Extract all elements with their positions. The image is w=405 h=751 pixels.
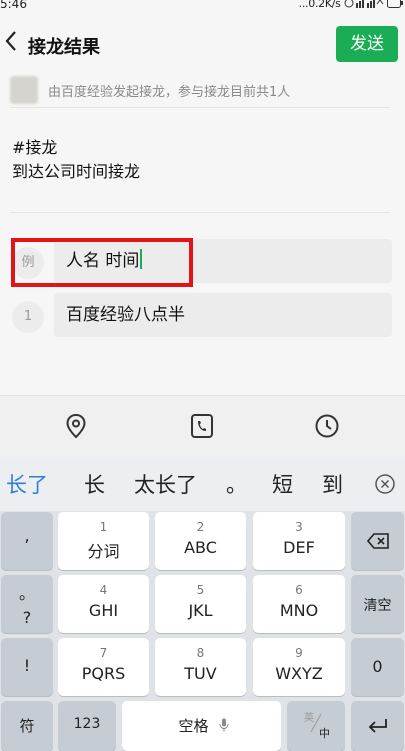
backspace-icon <box>367 533 389 549</box>
key-label: ABC <box>184 538 217 557</box>
key-label: PQRS <box>81 664 126 683</box>
key-label: 。 <box>18 584 35 603</box>
attachment-toolbar <box>0 395 405 457</box>
status-indicators: ...0.2K/s <box>299 0 403 10</box>
candidate-item[interactable]: 短 <box>272 469 293 499</box>
signal-icon <box>344 0 384 8</box>
avatar <box>10 76 38 104</box>
collapse-candidates-icon[interactable] <box>374 473 396 495</box>
key-7-pqrs[interactable]: 7 PQRS <box>58 638 149 696</box>
key-number: 3 <box>295 520 303 534</box>
key-label: 空格 <box>178 717 209 735</box>
page-title: 接龙结果 <box>28 37 100 58</box>
key-number: 9 <box>295 646 303 660</box>
candidate-item[interactable]: 太长了 <box>134 469 197 499</box>
key-label: 0 <box>372 657 383 676</box>
key-6-mno[interactable]: 6 MNO <box>253 575 345 633</box>
phone-card-icon[interactable] <box>188 412 216 440</box>
enter-icon <box>368 719 387 733</box>
key-period-question[interactable]: 。 ? <box>1 575 53 633</box>
key-2-abc[interactable]: 2 ABC <box>155 512 246 570</box>
entry-input[interactable]: 百度经验八点半 <box>54 293 392 337</box>
key-label: GHI <box>88 601 119 620</box>
key-number: 5 <box>196 583 205 597</box>
candidate-item[interactable]: 到 <box>322 469 343 499</box>
key-label: JKL <box>188 601 213 620</box>
highlight-box <box>11 238 193 287</box>
key-number: 2 <box>196 520 205 534</box>
back-arrow-icon[interactable] <box>2 28 20 54</box>
battery-icon <box>387 0 403 8</box>
key-number: 4 <box>99 583 108 597</box>
key-8-tuv[interactable]: 8 TUV <box>155 638 246 696</box>
key-5-jkl[interactable]: 5 JKL <box>155 575 246 633</box>
candidate-item[interactable]: 。 <box>226 469 247 499</box>
enter-key[interactable] <box>351 701 404 751</box>
key-exclamation[interactable]: ! <box>1 638 53 696</box>
microphone-icon <box>219 718 229 732</box>
key-4-ghi[interactable]: 4 GHI <box>58 575 149 633</box>
key-label: ! <box>23 656 31 675</box>
key-1-fenci[interactable]: 1 分词 <box>58 512 149 570</box>
key-label: ? <box>22 608 32 627</box>
key-label: 123 <box>73 716 101 732</box>
initiator-row: 由百度经验发起接龙，参与接龙目前共1人 <box>10 72 390 108</box>
header-bar: 接龙结果 发送 <box>0 14 405 70</box>
backspace-key[interactable] <box>351 512 404 570</box>
entry-row: 1 百度经验八点半 <box>12 293 392 337</box>
numbers-key[interactable]: 123 <box>58 701 116 751</box>
key-label: 分词 <box>87 542 120 561</box>
ime-keyboard: , 。 ? ! 1 分词 2 ABC 3 DEF 4 GHI 5 JKL 6 M… <box>0 511 405 751</box>
key-number: 7 <box>99 646 108 660</box>
slash-divider <box>310 713 322 733</box>
entry-text: 百度经验八点半 <box>66 305 185 325</box>
key-3-def[interactable]: 3 DEF <box>253 512 345 570</box>
key-label: 清空 <box>363 598 392 614</box>
clock-icon[interactable] <box>313 412 341 440</box>
status-time: 5:46 <box>0 0 27 11</box>
key-label: WXYZ <box>275 664 323 683</box>
key-label: MNO <box>279 601 319 620</box>
space-key[interactable]: 空格 <box>122 701 281 751</box>
key-comma[interactable]: , <box>1 512 53 570</box>
send-button[interactable]: 发送 <box>336 26 398 62</box>
language-switch-key[interactable]: 英 中 <box>287 701 345 751</box>
key-label: DEF <box>283 538 315 557</box>
key-zero[interactable]: 0 <box>351 638 404 696</box>
ime-candidate-bar: 长了 长 太长了 。 短 到 <box>0 457 405 511</box>
key-9-wxyz[interactable]: 9 WXYZ <box>253 638 345 696</box>
topic-description: 到达公司时间接龙 <box>12 162 141 181</box>
key-number: 6 <box>295 583 303 597</box>
key-number: 1 <box>99 520 108 534</box>
entry-number-badge: 1 <box>12 301 44 333</box>
topic-text[interactable]: #接龙 到达公司时间接龙 <box>12 136 140 184</box>
symbols-key[interactable]: 符 <box>1 701 53 751</box>
status-bar: 5:46 ...0.2K/s <box>0 0 405 14</box>
location-icon[interactable] <box>62 412 90 440</box>
topic-hashtag: #接龙 <box>12 138 58 157</box>
network-speed: ...0.2K/s <box>298 0 341 10</box>
candidate-item[interactable]: 长了 <box>6 469 48 499</box>
key-label: TUV <box>184 664 217 683</box>
divider <box>10 212 390 213</box>
clear-key[interactable]: 清空 <box>351 575 404 633</box>
key-label: 符 <box>19 717 35 735</box>
candidate-item[interactable]: 长 <box>84 469 105 499</box>
key-number: 8 <box>196 646 205 660</box>
screen: 5:46 ...0.2K/s 接龙结果 发送 由百度经验发起接龙，参与接龙目前共… <box>0 0 405 751</box>
key-label: , <box>24 526 30 545</box>
initiator-info: 由百度经验发起接龙，参与接龙目前共1人 <box>48 85 291 100</box>
